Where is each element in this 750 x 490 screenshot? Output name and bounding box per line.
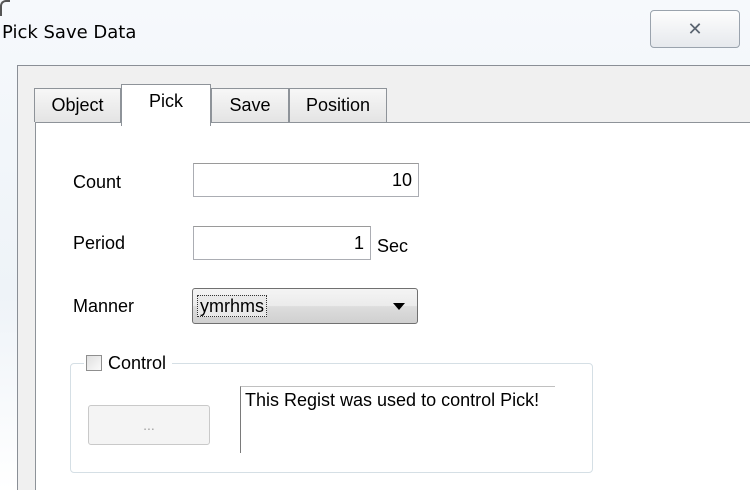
browse-button[interactable]: ... [88, 405, 210, 445]
manner-selected-value: ymrhms [197, 295, 267, 317]
tab-position[interactable]: Position [289, 88, 387, 122]
window-title: Pick Save Data [2, 22, 137, 43]
count-label: Count [73, 172, 122, 192]
manner-select[interactable]: ymrhms [192, 288, 418, 324]
count-input[interactable]: 10 [193, 163, 419, 197]
window-corner [0, 0, 10, 16]
tab-object[interactable]: Object [34, 88, 121, 122]
control-description-text: This Regist was used to control Pick! [240, 386, 555, 453]
close-icon: ✕ [687, 18, 703, 40]
control-checkbox-label: Control [108, 352, 167, 373]
close-button[interactable]: ✕ [650, 10, 740, 48]
manner-label: Manner [73, 296, 135, 316]
period-input[interactable]: 1 [193, 226, 371, 260]
control-checkbox-row[interactable]: Control [84, 352, 173, 374]
period-label: Period [73, 233, 126, 253]
chevron-down-icon [393, 303, 405, 310]
period-unit-label: Sec [377, 236, 409, 256]
tab-pick[interactable]: Pick [121, 84, 211, 126]
control-checkbox[interactable] [86, 355, 102, 371]
tab-save[interactable]: Save [211, 88, 289, 122]
